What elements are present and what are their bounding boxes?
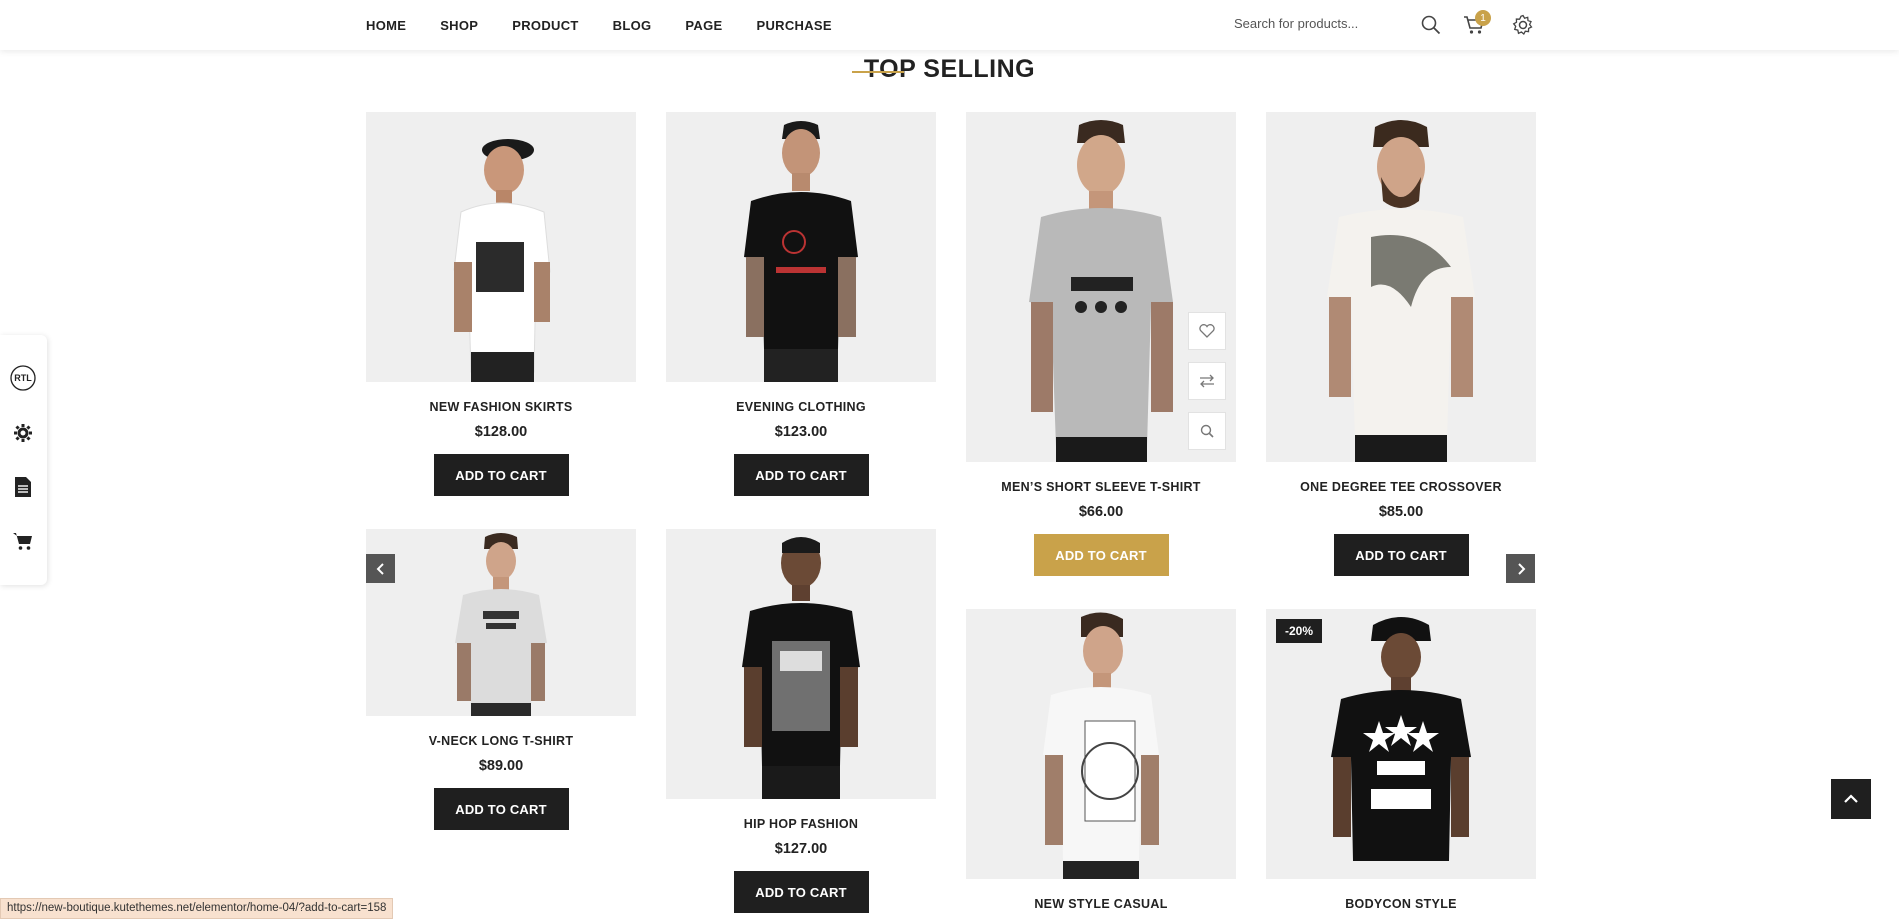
product-card: EVENING CLOTHING $123.00 ADD TO CART: [666, 112, 936, 496]
section-title: TOP SELLING: [863, 55, 1036, 83]
product-price: $127.00: [774, 841, 828, 857]
model-adidas-black-tee-image: [742, 537, 860, 799]
model-feather-tee-image: [1327, 120, 1475, 462]
model-white-tee-image: [453, 139, 551, 382]
cart-icon[interactable]: [10, 528, 36, 554]
title-decoration-line: [852, 71, 904, 73]
document-icon[interactable]: [10, 474, 36, 500]
product-card: MEN’S SHORT SLEEVE T-SHIRT $66.00 ADD TO…: [966, 112, 1236, 576]
product-name[interactable]: NEW FASHION SKIRTS: [366, 400, 636, 414]
product-price: $66.00: [1078, 504, 1124, 520]
product-card: ONE DEGREE TEE CROSSOVER $85.00 ADD TO C…: [1266, 112, 1536, 576]
chevron-up-icon: [1844, 794, 1858, 803]
carousel-prev-arrow-icon[interactable]: [366, 554, 395, 583]
product-name[interactable]: V-NECK LONG T-SHIRT: [366, 734, 636, 748]
product-price: $123.00: [774, 424, 828, 440]
search-icon[interactable]: [1419, 13, 1443, 37]
back-to-top-button[interactable]: [1831, 779, 1871, 819]
product-price: $89.00: [478, 758, 524, 774]
model-universe-tee-image: [1043, 612, 1159, 879]
nav-product[interactable]: PRODUCT: [512, 18, 578, 33]
product-name[interactable]: HIP HOP FASHION: [666, 817, 936, 831]
add-to-cart-button[interactable]: ADD TO CART: [733, 871, 869, 913]
product-price: $128.00: [474, 424, 528, 440]
rtl-label: RTL: [14, 373, 32, 383]
model-black-tee-image: [744, 121, 858, 382]
product-name[interactable]: MEN’S SHORT SLEEVE T-SHIRT: [966, 480, 1236, 494]
product-card: -20% BODYCON STYLE: [1266, 609, 1536, 911]
nav-home[interactable]: HOME: [366, 18, 406, 33]
product-name[interactable]: EVENING CLOTHING: [666, 400, 936, 414]
nav-shop[interactable]: SHOP: [440, 18, 478, 33]
rtl-toggle-button[interactable]: RTL: [10, 365, 36, 391]
compare-arrows-icon[interactable]: [1188, 362, 1226, 400]
model-grey-tee-image: [1029, 120, 1173, 462]
product-image[interactable]: [966, 609, 1236, 879]
add-to-cart-button[interactable]: ADD TO CART: [433, 788, 569, 830]
product-image[interactable]: [666, 529, 936, 799]
product-name[interactable]: NEW STYLE CASUAL: [966, 897, 1236, 911]
product-image[interactable]: [1266, 112, 1536, 462]
product-price: $85.00: [1378, 504, 1424, 520]
settings-gear-icon[interactable]: [10, 420, 36, 446]
top-navigation-bar: HOME SHOP PRODUCT BLOG PAGE PURCHASE Sea…: [0, 0, 1899, 50]
product-name[interactable]: ONE DEGREE TEE CROSSOVER: [1266, 480, 1536, 494]
search-input[interactable]: Search for products...: [1234, 16, 1358, 31]
product-name[interactable]: BODYCON STYLE: [1266, 897, 1536, 911]
add-to-cart-button[interactable]: ADD TO CART: [433, 454, 569, 496]
product-card: HIP HOP FASHION $127.00 ADD TO CART: [666, 529, 936, 913]
add-to-cart-button[interactable]: ADD TO CART: [1333, 534, 1469, 576]
browser-status-url: https://new-boutique.kutethemes.net/elem…: [0, 898, 394, 919]
carousel-next-arrow-icon[interactable]: [1506, 554, 1535, 583]
product-image[interactable]: [366, 112, 636, 382]
product-image[interactable]: [366, 529, 636, 716]
left-tool-panel: RTL: [0, 335, 47, 585]
discount-badge: -20%: [1276, 619, 1323, 643]
product-image[interactable]: [666, 112, 936, 382]
add-to-cart-button[interactable]: ADD TO CART: [733, 454, 869, 496]
nav-purchase[interactable]: PURCHASE: [756, 18, 831, 33]
nav-page[interactable]: PAGE: [685, 18, 722, 33]
model-vneck-tee-image: [455, 533, 547, 716]
quick-view-search-icon[interactable]: [1188, 412, 1226, 450]
product-card: NEW STYLE CASUAL: [966, 609, 1236, 911]
product-image[interactable]: [966, 112, 1236, 462]
add-to-cart-button[interactable]: ADD TO CART: [1033, 534, 1169, 576]
main-menu: HOME SHOP PRODUCT BLOG PAGE PURCHASE: [366, 0, 866, 50]
product-card: NEW FASHION SKIRTS $128.00 ADD TO CART: [366, 112, 636, 496]
nav-blog[interactable]: BLOG: [613, 18, 652, 33]
product-card: V-NECK LONG T-SHIRT $89.00 ADD TO CART: [366, 529, 636, 830]
product-image[interactable]: -20%: [1266, 609, 1536, 879]
settings-gear-icon[interactable]: [1511, 13, 1535, 37]
wishlist-heart-icon[interactable]: [1188, 312, 1226, 350]
quick-actions: [1188, 312, 1226, 462]
cart-count-badge: 1: [1475, 10, 1491, 26]
model-adidas-stars-tee-image: [1331, 617, 1471, 861]
